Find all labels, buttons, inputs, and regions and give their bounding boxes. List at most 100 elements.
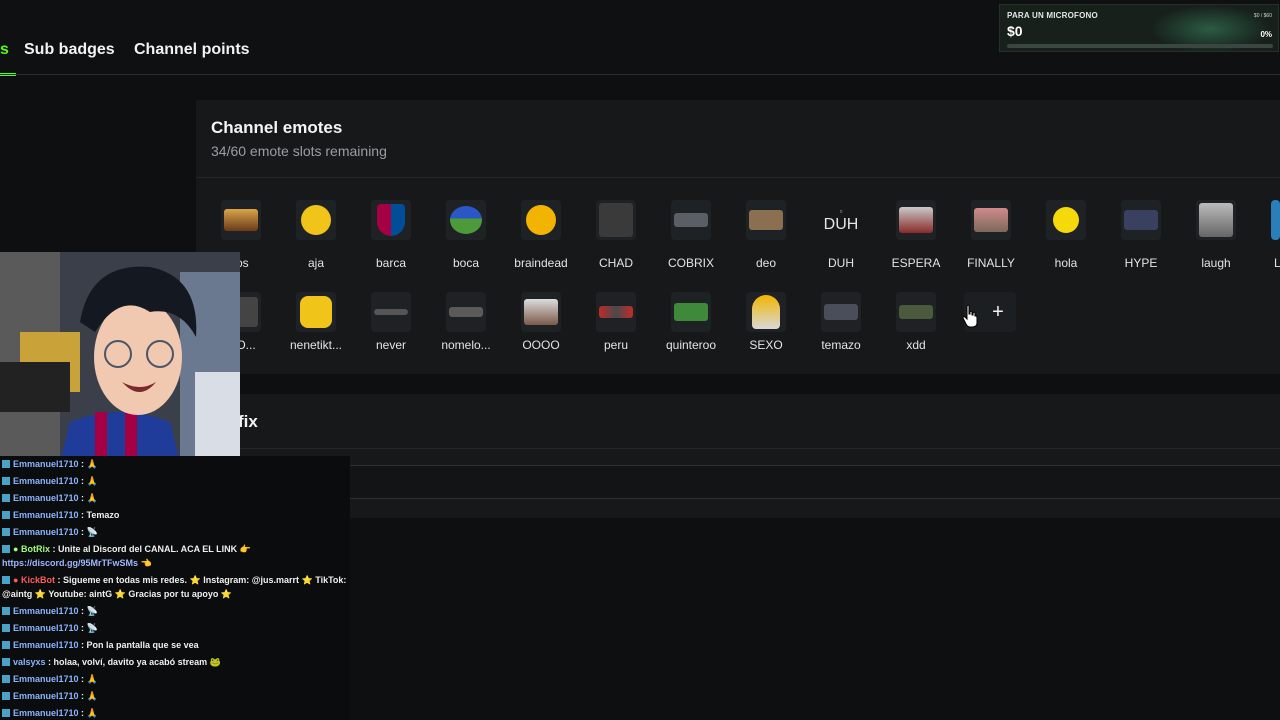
emote-image: [971, 200, 1011, 240]
emote-item[interactable]: ▫ DUH DUH: [806, 200, 876, 284]
emote-image: [1046, 200, 1086, 240]
emotes-slots-remaining: 34/60 emote slots remaining: [211, 143, 387, 159]
emote-prefix-panel: fix: [196, 394, 1280, 518]
streamer-avatar-illustration: [0, 252, 240, 462]
chat-username[interactable]: KickBot: [21, 575, 55, 585]
chat-username[interactable]: Emmanuel1710: [13, 476, 79, 486]
chat-username[interactable]: Emmanuel1710: [13, 674, 79, 684]
chat-message: Emmanuel1710 : 🙏: [2, 459, 98, 470]
chat-text: holaa, volví, davito ya acabó stream: [53, 657, 208, 667]
chat-link[interactable]: https://discord.gg/95MrTFwSMs 👈: [2, 558, 152, 568]
emote-item[interactable]: OOOO: [506, 292, 576, 376]
emote-image: [371, 292, 411, 332]
prefix-input[interactable]: [212, 465, 1280, 499]
chat-username[interactable]: valsyxs: [13, 657, 46, 667]
chat-message: ● BotRix : Unite al Discord del CANAL. A…: [2, 544, 251, 555]
kick-badge-icon: [2, 460, 10, 468]
emote-image: [1271, 200, 1280, 240]
chat-message: Emmanuel1710 : 🙏: [2, 493, 98, 504]
hand-cursor-icon: [962, 304, 978, 328]
chat-message: Emmanuel1710 : Pon la pantalla que se ve…: [2, 640, 199, 651]
emote-item[interactable]: ESPERA: [881, 200, 951, 284]
goal-target: $0 / $60: [1253, 13, 1272, 19]
emote-item[interactable]: FINALLY: [956, 200, 1026, 284]
bot-dot-icon: ●: [13, 575, 19, 585]
emote-image: [746, 292, 786, 332]
emote-item[interactable]: quinteroo: [656, 292, 726, 376]
prefix-title: fix: [238, 412, 258, 431]
kick-badge-icon: [2, 545, 10, 553]
chat-username[interactable]: Emmanuel1710: [13, 640, 79, 650]
kick-badge-icon: [2, 477, 10, 485]
emote-image: ▫ DUH: [821, 200, 861, 240]
kick-badge-icon: [2, 511, 10, 519]
emote-item[interactable]: deo: [731, 200, 801, 284]
emote-image: [746, 200, 786, 240]
emote-item[interactable]: barca: [356, 200, 426, 284]
emotes-title: Channel emotes: [211, 118, 343, 137]
pray-emoji-icon: 🙏: [86, 459, 98, 469]
chat-username[interactable]: Emmanuel1710: [13, 623, 79, 633]
plus-icon: +: [992, 300, 1004, 323]
chat-message: Emmanuel1710 : 📡: [2, 527, 98, 538]
satellite-emoji-icon: 📡: [86, 527, 98, 537]
pray-emoji-icon: 🙏: [86, 691, 98, 701]
emote-item[interactable]: laugh: [1181, 200, 1251, 284]
emote-image: [896, 200, 936, 240]
goal-widget: PARA UN MICROFONO $0 $0 / $60 0%: [999, 4, 1279, 52]
satellite-emoji-icon: 📡: [86, 606, 98, 616]
chat-text: Pon la pantalla que se vea: [86, 640, 199, 650]
chat-username[interactable]: Emmanuel1710: [13, 691, 79, 701]
kick-badge-icon: [2, 528, 10, 536]
emote-image: [671, 292, 711, 332]
goal-progress-bar: [1007, 44, 1273, 48]
chat-username[interactable]: Emmanuel1710: [13, 459, 79, 469]
tab-channel-points[interactable]: Channel points: [134, 41, 250, 59]
chat-message: Emmanuel1710 : 📡: [2, 623, 98, 634]
emote-name: L: [1274, 256, 1280, 270]
emote-item[interactable]: temazo: [806, 292, 876, 376]
tab-emotes[interactable]: s: [0, 41, 9, 59]
webcam-overlay: [0, 252, 240, 462]
chat-message: Emmanuel1710 : 🙏: [2, 708, 98, 719]
pray-emoji-icon: 🙏: [86, 674, 98, 684]
emote-item[interactable]: braindead: [506, 200, 576, 284]
chat-username[interactable]: Emmanuel1710: [13, 527, 79, 537]
emote-image: [296, 292, 336, 332]
emotes-divider: [196, 177, 1280, 178]
emote-item[interactable]: HYPE: [1106, 200, 1176, 284]
kick-badge-icon: [2, 576, 10, 584]
goal-amount: $0: [1007, 23, 1023, 39]
tab-sub-badges[interactable]: Sub badges: [24, 41, 115, 59]
emote-item[interactable]: SEXO: [731, 292, 801, 376]
chat-username[interactable]: Emmanuel1710: [13, 493, 79, 503]
emote-item[interactable]: nenetikt...: [281, 292, 351, 376]
emote-item[interactable]: boca: [431, 200, 501, 284]
emote-item[interactable]: COBRIX: [656, 200, 726, 284]
goal-percent: 0%: [1260, 30, 1272, 39]
satellite-emoji-icon: 📡: [86, 623, 98, 633]
emote-item[interactable]: peru: [581, 292, 651, 376]
kick-badge-icon: [2, 675, 10, 683]
emote-alt-text: DUH: [823, 215, 859, 233]
emote-image: [521, 292, 561, 332]
emote-image: [821, 292, 861, 332]
chat-username[interactable]: Emmanuel1710: [13, 606, 79, 616]
emote-name: xdd: [906, 338, 926, 352]
emote-image: [521, 200, 561, 240]
emote-item[interactable]: L: [1256, 200, 1280, 284]
chat-message: Emmanuel1710 : Temazo: [2, 510, 119, 521]
broken-image-icon: ▫: [839, 206, 843, 216]
emote-image: [896, 292, 936, 332]
emote-item[interactable]: xdd: [881, 292, 951, 376]
emote-item[interactable]: never: [356, 292, 426, 376]
bot-dot-icon: ●: [13, 544, 19, 554]
chat-username[interactable]: BotRix: [21, 544, 50, 554]
chat-username[interactable]: Emmanuel1710: [13, 510, 79, 520]
emote-item[interactable]: CHAD: [581, 200, 651, 284]
chat-username[interactable]: Emmanuel1710: [13, 708, 79, 718]
emote-item[interactable]: aja: [281, 200, 351, 284]
kick-badge-icon: [2, 709, 10, 717]
emote-item[interactable]: hola: [1031, 200, 1101, 284]
emote-item[interactable]: nomelo...: [431, 292, 501, 376]
